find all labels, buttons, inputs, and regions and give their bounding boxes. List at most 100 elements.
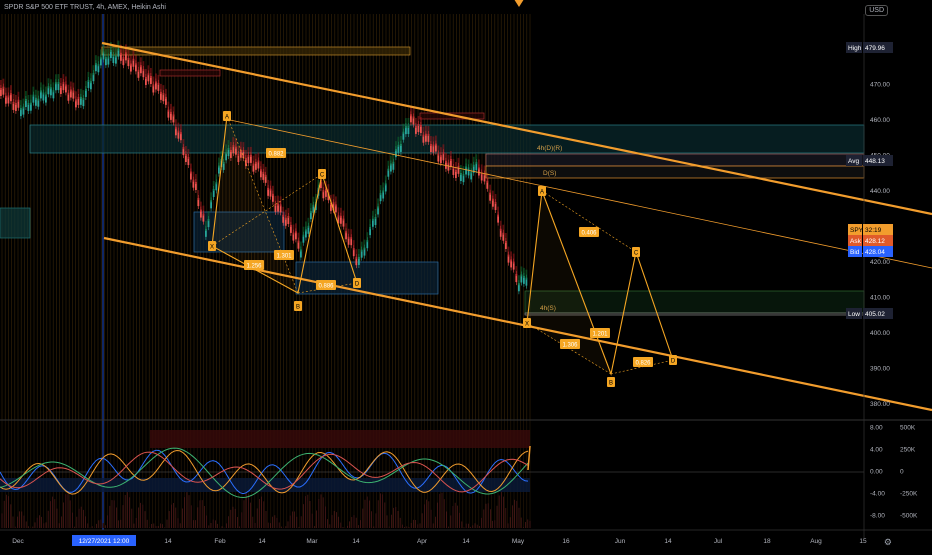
- low-value: 405.02: [865, 311, 885, 318]
- fib-ratio-label: 1.306: [562, 343, 578, 349]
- ma-ribbon: [197, 190, 200, 201]
- ma-ribbon: [297, 232, 300, 243]
- price-tick-label: 380.00: [870, 401, 890, 408]
- ma-ribbon: [170, 103, 172, 114]
- ma-ribbon: [162, 85, 165, 96]
- ma-ribbon: [392, 153, 395, 164]
- ma-ribbon: [358, 248, 360, 259]
- ma-ribbon: [102, 43, 105, 54]
- ma-ribbon: [212, 180, 215, 191]
- ma-ribbon: [122, 49, 125, 60]
- price-chart-svg[interactable]: 4h(D)(R)D(S)4h(S) AXBCDXABCD0.8821.3011.…: [0, 0, 932, 550]
- ma-ribbon: [430, 136, 432, 147]
- ma-ribbon: [100, 49, 102, 60]
- ma-ribbon: [77, 88, 80, 99]
- fib-ratio-label: 0.826: [635, 361, 651, 367]
- ma-ribbon: [472, 156, 475, 167]
- spy-value: 32:19: [865, 227, 882, 234]
- ma-ribbon: [90, 73, 92, 84]
- ma-ribbon: [42, 84, 45, 95]
- ma-ribbon: [377, 198, 379, 209]
- ma-ribbon: [135, 55, 137, 66]
- ma-ribbon: [140, 57, 142, 68]
- ma-ribbon: [284, 209, 287, 220]
- ma-ribbon: [374, 209, 377, 220]
- price-tick-label: 400.00: [870, 330, 890, 337]
- fib-ratio-label: 1.301: [276, 254, 292, 260]
- ask-label: Ask: [850, 238, 862, 245]
- osc-left-tick-label: -8.00: [870, 513, 885, 520]
- ma-ribbon: [195, 174, 197, 185]
- chart-title: SPDR S&P 500 ETF TRUST, 4h, AMEX, Heikin…: [4, 4, 166, 11]
- ma-ribbon: [160, 83, 162, 94]
- fib-ratio-label: 0.406: [581, 231, 597, 237]
- osc-left-tick-label: 4.00: [870, 447, 883, 454]
- ma-ribbon: [7, 87, 10, 98]
- ma-ribbon: [342, 210, 345, 221]
- ma-ribbon: [80, 88, 82, 99]
- ma-ribbon: [67, 84, 70, 95]
- ma-ribbon: [272, 185, 274, 196]
- ma-ribbon: [494, 193, 497, 204]
- ma-ribbon: [62, 74, 65, 85]
- price-tick-label: 410.00: [870, 295, 890, 302]
- ma-ribbon: [400, 135, 402, 146]
- ma-ribbon: [417, 116, 420, 127]
- ma-ribbon: [172, 106, 175, 117]
- ma-ribbon: [142, 61, 145, 72]
- ma-ribbon: [2, 78, 5, 89]
- ma-ribbon: [60, 77, 62, 88]
- ma-ribbon: [379, 185, 382, 196]
- time-tick-label: 16: [562, 538, 570, 545]
- ma-ribbon: [390, 155, 392, 166]
- osc-right-tick-label: -250K: [900, 491, 918, 498]
- ma-ribbon: [525, 269, 528, 280]
- ma-ribbon: [32, 86, 35, 97]
- ma-ribbon: [435, 135, 437, 146]
- ma-ribbon: [440, 147, 442, 158]
- time-tick-label: 14: [462, 538, 470, 545]
- bid-label: Bid: [850, 249, 860, 256]
- ma-ribbon: [35, 89, 37, 100]
- high-label: High: [848, 45, 862, 52]
- ma-ribbon: [255, 153, 257, 164]
- ma-ribbon: [505, 233, 507, 244]
- ma-ribbon: [465, 158, 467, 169]
- ma-ribbon: [145, 68, 147, 79]
- ma-ribbon: [420, 116, 422, 127]
- ma-ribbon: [132, 50, 135, 61]
- ma-ribbon: [264, 166, 267, 177]
- fib-ratio-label: 1.201: [592, 332, 608, 338]
- ma-ribbon: [97, 56, 100, 67]
- time-tick-label: May: [512, 538, 525, 545]
- ma-ribbon: [137, 61, 140, 72]
- ma-ribbon: [450, 151, 452, 162]
- gear-icon[interactable]: ⚙: [884, 537, 892, 548]
- avg-value: 448.13: [865, 158, 885, 165]
- ma-ribbon: [260, 161, 262, 172]
- ma-ribbon: [245, 149, 247, 160]
- ma-ribbon: [366, 232, 369, 243]
- event-marker-icon[interactable]: [512, 0, 526, 7]
- ma-ribbon: [190, 163, 192, 174]
- price-tick-label: 460.00: [870, 117, 890, 124]
- chart-area[interactable]: 4h(D)(R) D(S) 4h(S) A X B C D X A B C D 0.882 1.301 1.…: [0, 0, 932, 550]
- ma-ribbon: [489, 184, 491, 195]
- ma-ribbon: [5, 87, 7, 98]
- ma-ribbon: [360, 241, 363, 252]
- ma-ribbon: [512, 253, 515, 264]
- time-tick-label: 18: [763, 538, 771, 545]
- ma-ribbon: [175, 119, 177, 130]
- ma-ribbon: [247, 147, 250, 158]
- ma-ribbon: [127, 50, 130, 61]
- ma-ribbon: [387, 160, 390, 171]
- ma-ribbon: [307, 217, 310, 228]
- ma-ribbon: [75, 91, 77, 102]
- ma-ribbon: [45, 86, 47, 97]
- currency-badge[interactable]: USD: [865, 5, 888, 16]
- time-tick-label: Jun: [615, 538, 626, 545]
- ma-ribbon: [332, 194, 335, 205]
- ma-ribbon: [250, 146, 252, 157]
- ma-ribbon: [502, 224, 505, 235]
- ma-ribbon: [384, 175, 387, 186]
